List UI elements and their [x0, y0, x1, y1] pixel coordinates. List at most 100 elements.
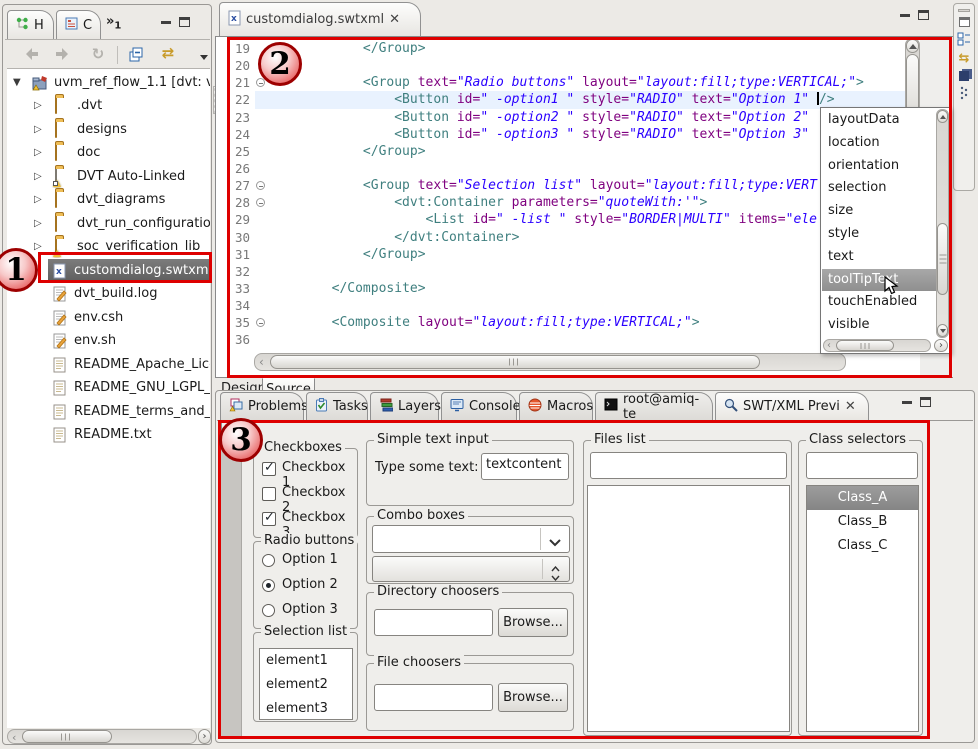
code-line[interactable]: 24 <Button id=" -option3 " style="RADIO"… [217, 126, 905, 143]
scrollbar-thumb[interactable] [22, 730, 112, 743]
code-line[interactable]: 21 <Group text="Radio buttons" layout="l… [217, 74, 905, 91]
code-line[interactable]: 26 [217, 160, 905, 177]
tree-item-readme-terms[interactable]: README_terms_and_ [7, 400, 210, 423]
code-line[interactable]: 35 <Composite layout="layout:fill;type:V… [217, 314, 905, 331]
code-line[interactable]: 34 [217, 297, 905, 314]
directory-input[interactable] [374, 609, 493, 636]
file-browse-button[interactable]: Browse... [498, 683, 568, 712]
radio-option-1[interactable] [262, 554, 275, 567]
code-line[interactable]: 30 </dvt:Container> [217, 229, 905, 246]
tab-console[interactable]: Console [441, 392, 517, 420]
collapsed-triangle-icon[interactable]: ▷ [34, 124, 46, 135]
autocomplete-item[interactable]: selection [822, 177, 937, 200]
tree-item-soc-verification-lib[interactable]: ▷soc_verification_lib [7, 235, 210, 258]
collapsed-triangle-icon[interactable]: ▷ [34, 171, 46, 182]
tree-item-dvt-build-log[interactable]: dvt_build.log [7, 282, 210, 305]
tree-item-readme-gnu[interactable]: README_GNU_LGPL_ [7, 376, 210, 399]
autocomplete-item-selected[interactable]: toolTipText [822, 269, 937, 292]
outline-view-icon[interactable] [954, 32, 974, 46]
class-filter-input[interactable] [806, 452, 918, 479]
list-item[interactable]: element3 [260, 697, 352, 721]
autocomplete-item[interactable]: orientation [822, 155, 937, 178]
tree-item-env-sh[interactable]: env.sh [7, 329, 210, 352]
list-item[interactable]: element2 [260, 673, 352, 697]
autocomplete-item[interactable]: visible [822, 314, 937, 337]
collapsed-triangle-icon[interactable]: ▷ [34, 241, 46, 252]
tree-item-dvt-run-configurations[interactable]: ▷dvt_run_configuratio [7, 212, 210, 235]
combo-box-dropdown[interactable] [372, 525, 570, 553]
text-input[interactable]: textcontent [481, 453, 569, 480]
restore-view-icon[interactable] [954, 17, 974, 27]
tab-layers[interactable]: Layers [370, 392, 439, 420]
fold-minus-icon[interactable] [256, 198, 265, 207]
chevron-down-icon[interactable] [551, 570, 560, 582]
expanded-triangle-icon[interactable]: ▼ [13, 77, 25, 88]
file-input[interactable] [374, 684, 493, 711]
maximize-icon[interactable] [920, 397, 931, 407]
autocomplete-item[interactable]: style [822, 223, 937, 246]
scroll-left-icon[interactable]: ‹ [827, 340, 831, 351]
collapsed-triangle-icon[interactable]: ▷ [34, 194, 46, 205]
code-line[interactable]: 27 <Group text="Selection list" layout="… [217, 177, 905, 194]
collapsed-triangle-icon[interactable]: ▷ [34, 147, 46, 158]
code-line[interactable]: 20 [217, 57, 905, 74]
tab-hierarchy[interactable]: H [7, 10, 54, 39]
scroll-right-button[interactable]: › [198, 729, 211, 744]
tree-item-dvt[interactable]: ▷.dvt [7, 94, 210, 117]
scroll-down-button[interactable] [937, 324, 948, 337]
code-line[interactable]: 33 </Composite> [217, 280, 905, 297]
back-arrow-icon[interactable] [21, 44, 43, 64]
collapse-all-icon[interactable] [125, 44, 147, 64]
view-overflow-chevron[interactable]: »1 [106, 14, 121, 32]
scroll-left-icon[interactable]: ‹ [12, 731, 16, 744]
link-views-icon[interactable]: ⇆ [954, 51, 974, 66]
fold-minus-icon[interactable] [256, 318, 265, 327]
list-item[interactable]: Class_B [807, 510, 918, 534]
autocomplete-item[interactable]: text [822, 246, 937, 269]
code-line[interactable]: 28 <dvt:Container parameters="quoteWith:… [217, 194, 905, 211]
tree-item-dvt-auto-linked[interactable]: ▷DVT Auto-Linked [7, 165, 210, 188]
code-line[interactable]: 36 [217, 331, 905, 348]
explorer-hscrollbar[interactable]: ‹ [7, 729, 197, 744]
autocomplete-vscrollbar[interactable] [936, 109, 949, 338]
minimize-icon[interactable] [902, 401, 912, 404]
tree-item-designs[interactable]: ▷designs [7, 118, 210, 141]
link-with-editor-icon[interactable]: ⇄ [157, 43, 179, 63]
scrollbar-thumb[interactable] [836, 340, 894, 351]
scroll-left-icon[interactable]: ‹ [259, 355, 264, 369]
code-line[interactable]: 32 [217, 263, 905, 280]
tree-item-readme-apache[interactable]: README_Apache_Lice [7, 353, 210, 376]
view-menu-icon[interactable] [193, 47, 215, 67]
code-line[interactable]: 25 </Group> [217, 143, 905, 160]
collapsed-triangle-icon[interactable]: ▷ [34, 218, 46, 229]
checkbox-2[interactable] [262, 487, 276, 501]
editor-hscrollbar[interactable]: ‹ [254, 353, 846, 371]
list-item[interactable]: element1 [260, 649, 352, 673]
selection-list[interactable]: element1 element2 element3 [259, 648, 353, 720]
files-filter-input[interactable] [590, 452, 787, 479]
maximize-icon[interactable] [918, 10, 929, 20]
code-line[interactable]: 19 </Group> [217, 40, 905, 57]
code-line[interactable]: 23 <Button id=" -option2 " style="RADIO"… [217, 109, 905, 126]
files-list[interactable] [587, 485, 790, 732]
tree-item-dvt-diagrams[interactable]: ▷dvt_diagrams [7, 188, 210, 211]
tab-tasks[interactable]: Tasks [306, 392, 368, 420]
tab-swt-xml-preview-active[interactable]: SWT/XML Previ ✕ [715, 392, 869, 420]
tab-checks[interactable]: C [56, 10, 101, 39]
minimize-icon[interactable] [900, 14, 910, 17]
tree-item-readme-txt[interactable]: README.txt [7, 423, 210, 446]
scrollbar-thumb[interactable] [937, 223, 948, 295]
autocomplete-item[interactable]: layoutData [822, 109, 937, 132]
tree-item-doc[interactable]: ▷doc [7, 141, 210, 164]
stacked-windows-icon[interactable] [954, 71, 974, 81]
tab-terminal[interactable]: root@amiq-te [595, 392, 713, 420]
autocomplete-hscrollbar[interactable]: ‹ [823, 339, 931, 352]
scrollbar-thumb[interactable] [270, 355, 760, 369]
code-line[interactable]: 29 <List id=" -list " style="BORDER|MULT… [217, 211, 905, 228]
refresh-icon[interactable]: ↻ [87, 44, 109, 64]
autocomplete-item[interactable]: location [822, 132, 937, 155]
close-icon[interactable]: ✕ [389, 12, 400, 27]
code-line[interactable]: 22 <Button id=" -option1 " style="RADIO"… [217, 91, 905, 108]
drag-handle-icon[interactable] [954, 9, 974, 12]
code-line[interactable]: 31 </Group> [217, 246, 905, 263]
